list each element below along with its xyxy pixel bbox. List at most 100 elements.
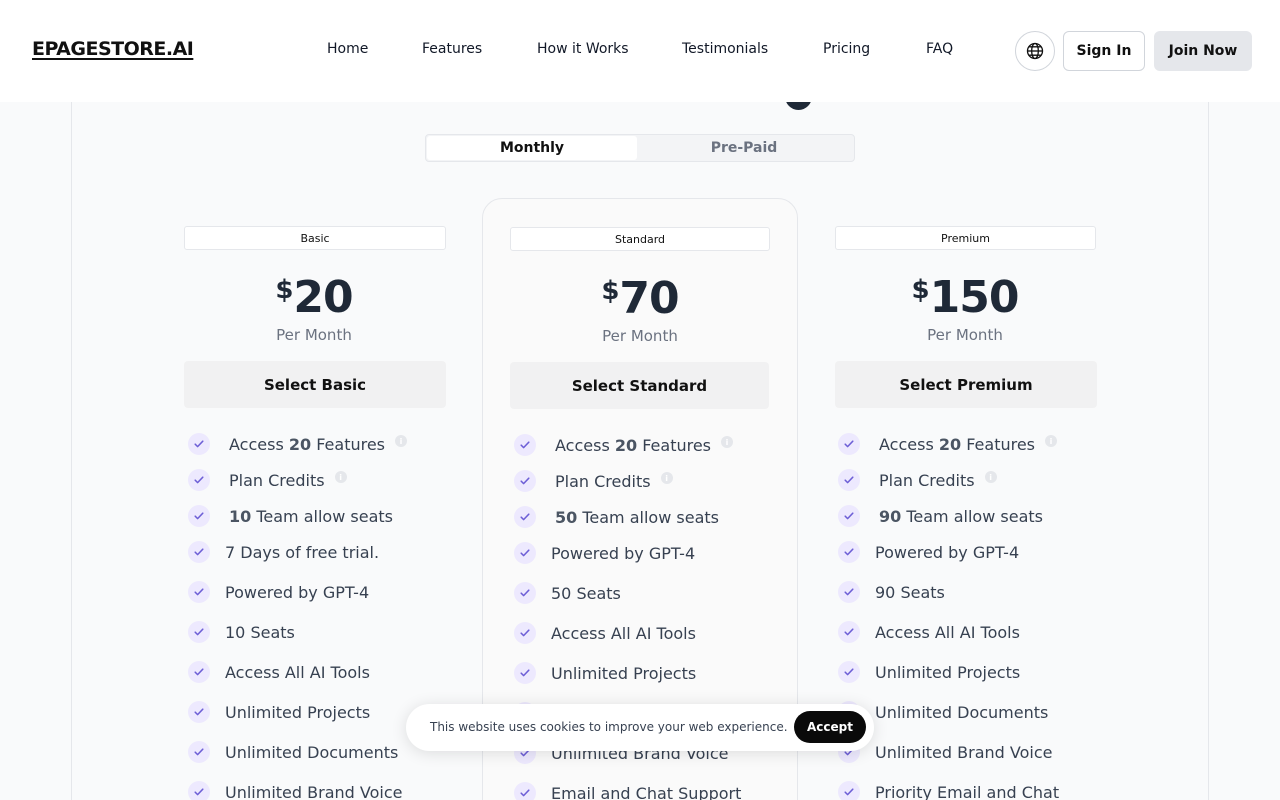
feature-text: Access All AI Tools bbox=[875, 622, 1020, 642]
check-icon bbox=[838, 469, 860, 491]
feature-text: Access 20 Features bbox=[229, 434, 386, 454]
info-icon[interactable]: i bbox=[395, 435, 408, 447]
check-icon bbox=[838, 581, 860, 603]
nav-how-it-works[interactable]: How it Works bbox=[537, 41, 629, 57]
feature-text: Access 20 Features bbox=[879, 434, 1036, 454]
check-icon bbox=[838, 541, 860, 563]
check-icon bbox=[514, 506, 536, 528]
site-header: EPAGESTORE.AI Home Features How it Works… bbox=[0, 0, 1280, 102]
feature-text: 90 Team allow seats bbox=[879, 506, 1043, 526]
billing-toggle: Monthly Pre-Paid bbox=[425, 134, 855, 162]
check-icon bbox=[838, 433, 860, 455]
join-now-button[interactable]: Join Now bbox=[1154, 31, 1252, 71]
feature-text: Access All AI Tools bbox=[551, 623, 696, 643]
check-icon bbox=[188, 701, 210, 723]
feature-text: Powered by GPT-4 bbox=[875, 542, 1020, 562]
check-icon bbox=[188, 541, 210, 563]
nav-features[interactable]: Features bbox=[422, 41, 482, 57]
feature-item: 50 Seats bbox=[514, 582, 621, 604]
feature-text: Email and Chat Support bbox=[551, 783, 742, 800]
toggle-prepaid[interactable]: Pre-Paid bbox=[639, 136, 849, 160]
feature-text: Priority Email and Chat bbox=[875, 782, 1060, 800]
cookie-text: This website uses cookies to improve you… bbox=[430, 720, 788, 734]
language-button[interactable] bbox=[1015, 31, 1055, 71]
info-icon[interactable]: i bbox=[984, 471, 997, 483]
info-icon[interactable]: i bbox=[721, 436, 734, 448]
toggle-monthly[interactable]: Monthly bbox=[427, 136, 637, 160]
currency-symbol: $ bbox=[911, 275, 930, 305]
info-icon[interactable]: i bbox=[1045, 435, 1058, 447]
feature-item: Unlimited Documents bbox=[188, 741, 398, 763]
feature-text: Unlimited Projects bbox=[225, 702, 371, 722]
feature-item: Powered by GPT-4 bbox=[838, 541, 1019, 563]
feature-text: 90 Seats bbox=[875, 582, 945, 602]
feature-text: 10 Seats bbox=[225, 622, 295, 642]
select-basic-button[interactable]: Select Basic bbox=[184, 361, 446, 408]
feature-item: Access 20 Features i bbox=[514, 434, 734, 456]
feature-text: Unlimited Brand Voice bbox=[875, 742, 1053, 762]
feature-item: Powered by GPT-4 bbox=[188, 581, 369, 603]
check-icon bbox=[188, 505, 210, 527]
check-icon bbox=[188, 469, 210, 491]
feature-text: Unlimited Brand Voice bbox=[225, 782, 403, 800]
feature-item: 10 Seats bbox=[188, 621, 295, 643]
plan-badge-basic: Basic bbox=[184, 226, 446, 250]
feature-text: Unlimited Documents bbox=[225, 742, 399, 762]
feature-item: 50 Team allow seats bbox=[514, 506, 719, 528]
feature-text: Plan Credits bbox=[229, 470, 325, 490]
feature-item: Unlimited Brand Voice bbox=[188, 781, 402, 800]
feature-text: Powered by GPT-4 bbox=[551, 543, 696, 563]
feature-item: Access 20 Features i bbox=[188, 433, 408, 455]
feature-item: Unlimited Projects bbox=[838, 661, 1020, 683]
logo[interactable]: EPAGESTORE.AI bbox=[32, 38, 194, 60]
feature-item: Priority Email and Chat bbox=[838, 781, 1059, 800]
nav-pricing[interactable]: Pricing bbox=[823, 41, 870, 57]
check-icon bbox=[188, 741, 210, 763]
plan-badge-premium: Premium bbox=[835, 226, 1096, 250]
info-icon[interactable]: i bbox=[660, 472, 673, 484]
check-icon bbox=[514, 782, 536, 800]
check-icon bbox=[188, 621, 210, 643]
info-icon[interactable]: i bbox=[334, 471, 347, 483]
feature-text: 50 Team allow seats bbox=[555, 507, 719, 527]
nav-faq[interactable]: FAQ bbox=[926, 41, 953, 57]
feature-text: 7 Days of free trial. bbox=[225, 542, 380, 562]
feature-text: 50 Seats bbox=[551, 583, 621, 603]
feature-item: 7 Days of free trial. bbox=[188, 541, 379, 563]
nav-testimonials[interactable]: Testimonials bbox=[682, 41, 768, 57]
check-icon bbox=[838, 505, 860, 527]
currency-symbol: $ bbox=[275, 275, 293, 305]
feature-text: Powered by GPT-4 bbox=[225, 582, 370, 602]
check-icon bbox=[514, 662, 536, 684]
feature-text: Access All AI Tools bbox=[225, 662, 370, 682]
sign-in-button[interactable]: Sign In bbox=[1063, 31, 1145, 71]
plan-period-standard: Per Month bbox=[602, 327, 678, 345]
select-premium-button[interactable]: Select Premium bbox=[835, 361, 1097, 408]
nav-home[interactable]: Home bbox=[327, 41, 368, 57]
check-icon bbox=[188, 581, 210, 603]
feature-item: Unlimited Brand Voice bbox=[838, 741, 1052, 763]
feature-item: 90 Seats bbox=[838, 581, 945, 603]
cookie-banner: This website uses cookies to improve you… bbox=[406, 704, 874, 751]
check-icon bbox=[838, 781, 860, 800]
check-icon bbox=[838, 661, 860, 683]
plan-price-premium: $150 bbox=[835, 272, 1095, 323]
currency-symbol: $ bbox=[601, 276, 619, 306]
feature-item: 90 Team allow seats bbox=[838, 505, 1043, 527]
feature-text: Plan Credits bbox=[555, 471, 651, 491]
feature-item: Plan Credits i bbox=[838, 469, 997, 491]
check-icon bbox=[188, 433, 210, 455]
feature-item: Access All AI Tools bbox=[514, 622, 696, 644]
feature-item: Access All AI Tools bbox=[838, 621, 1020, 643]
price-amount: 20 bbox=[293, 272, 353, 323]
feature-text: Access 20 Features bbox=[555, 435, 712, 455]
plan-badge-standard: Standard bbox=[510, 227, 770, 251]
check-icon bbox=[514, 470, 536, 492]
accept-cookies-button[interactable]: Accept bbox=[794, 711, 866, 743]
plan-price-basic: $20 bbox=[184, 272, 444, 323]
check-icon bbox=[514, 582, 536, 604]
select-standard-button[interactable]: Select Standard bbox=[510, 362, 769, 409]
check-icon bbox=[514, 622, 536, 644]
feature-item: Access 20 Features i bbox=[838, 433, 1058, 455]
check-icon bbox=[514, 434, 536, 456]
